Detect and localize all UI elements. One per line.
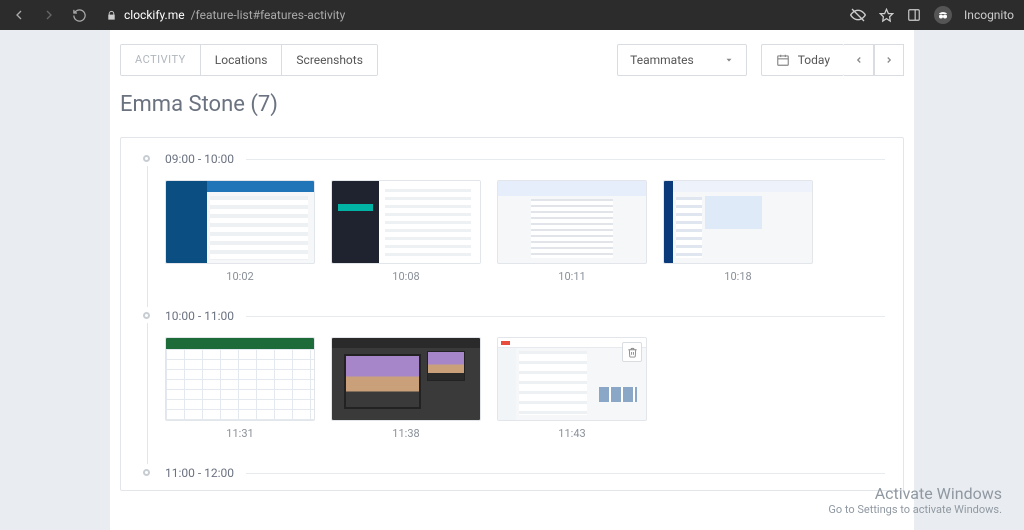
browser-chrome: clockify.me/feature-list#features-activi… [0,0,1024,30]
divider [246,473,885,474]
screenshot-time: 10:18 [663,264,813,283]
screenshot-card[interactable]: 11:38 [331,337,481,440]
forward-button[interactable] [40,6,58,24]
screenshot-card[interactable]: 10:11 [497,180,647,283]
tab-screenshots[interactable]: Screenshots [282,45,376,75]
screenshot-time: 10:08 [331,264,481,283]
teammates-dropdown[interactable]: Teammates [617,44,747,76]
tab-activity[interactable]: ACTIVITY [121,45,201,75]
panel-icon[interactable] [906,7,922,23]
date-next-button[interactable] [874,44,904,76]
tab-locations[interactable]: Locations [201,45,283,75]
windows-watermark: Activate Windows Go to Settings to activ… [828,484,1002,516]
timeline-dot [143,155,150,162]
screenshot-thumbnail[interactable] [165,337,315,421]
screenshot-time: 11:38 [331,421,481,440]
delete-icon[interactable] [622,342,642,362]
content: ACTIVITY Locations Screenshots Teammates… [110,30,914,530]
browser-right-icons: Incognito [850,6,1014,24]
divider [246,316,885,317]
date-prev-button[interactable] [844,44,874,76]
screenshot-thumbnail[interactable] [497,180,647,264]
incognito-icon[interactable] [934,6,952,24]
screenshot-time: 10:11 [497,264,647,283]
time-range-label: 10:00 - 11:00 [165,309,234,323]
screenshot-thumbnail[interactable] [331,180,481,264]
screenshot-time: 11:43 [497,421,647,440]
lock-icon [106,9,118,21]
topbar: ACTIVITY Locations Screenshots Teammates… [110,30,914,76]
date-dropdown[interactable]: Today [761,44,844,76]
screenshot-card[interactable]: 10:18 [663,180,813,283]
time-block: 11:00 - 12:00 [121,452,903,490]
screenshot-thumbnail[interactable] [663,180,813,264]
calendar-icon [776,53,790,67]
user-title: Emma Stone (7) [110,76,914,137]
url-domain: clockify.me [124,8,185,22]
url-path: /feature-list#features-activity [191,8,346,22]
divider [246,159,885,160]
time-range-label: 11:00 - 12:00 [165,466,234,480]
screenshots-panel: 09:00 - 10:00 10:02 10:08 10:11 10:18 10:00 -… [120,137,904,491]
incognito-label: Incognito [964,8,1014,22]
timeline-dot [143,312,150,319]
eye-off-icon[interactable] [850,7,866,23]
timeline-line [147,166,148,307]
time-range-header: 10:00 - 11:00 [121,295,903,333]
screenshot-card[interactable]: 11:43 [497,337,647,440]
timeline-line [147,323,148,464]
screenshot-row: 11:31 11:38 11:43 [121,333,903,452]
time-range-header: 11:00 - 12:00 [121,452,903,490]
page-background: ACTIVITY Locations Screenshots Teammates… [0,30,1024,530]
screenshot-card[interactable]: 10:08 [331,180,481,283]
back-button[interactable] [10,6,28,24]
screenshot-time: 11:31 [165,421,315,440]
screenshot-thumbnail[interactable] [165,180,315,264]
date-selector: Today [761,44,904,76]
timeline-dot [143,469,150,476]
star-icon[interactable] [878,7,894,23]
time-range-label: 09:00 - 10:00 [165,152,234,166]
screenshot-row: 10:02 10:08 10:11 10:18 [121,176,903,295]
watermark-line2: Go to Settings to activate Windows. [828,503,1002,516]
time-block: 09:00 - 10:00 10:02 10:08 10:11 10:18 [121,138,903,295]
screenshot-thumbnail[interactable] [331,337,481,421]
time-block: 10:00 - 11:00 11:31 11:38 11:43 [121,295,903,452]
screenshot-card[interactable]: 11:31 [165,337,315,440]
date-label: Today [798,53,830,67]
watermark-line1: Activate Windows [828,484,1002,503]
view-tabs: ACTIVITY Locations Screenshots [120,44,378,76]
screenshot-card[interactable]: 10:02 [165,180,315,283]
teammates-label: Teammates [630,53,694,67]
screenshot-time: 10:02 [165,264,315,283]
chevron-down-icon [724,55,734,65]
time-range-header: 09:00 - 10:00 [121,138,903,176]
reload-button[interactable] [70,6,88,24]
url-bar[interactable]: clockify.me/feature-list#features-activi… [100,8,838,22]
screenshot-thumbnail[interactable] [497,337,647,421]
